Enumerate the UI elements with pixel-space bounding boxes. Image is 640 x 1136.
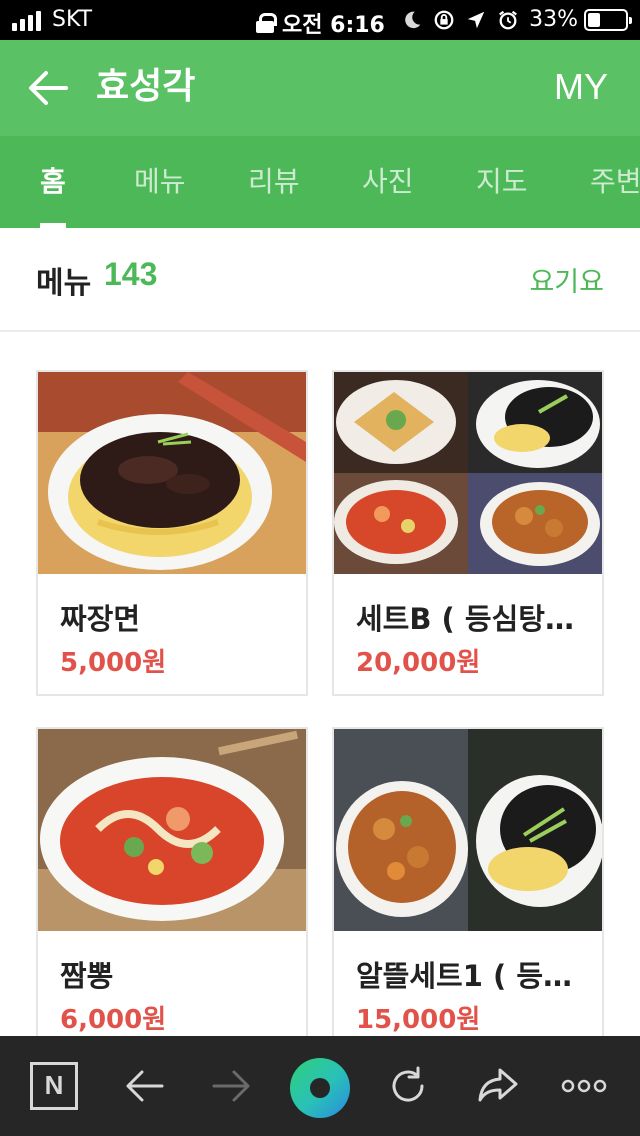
tab-bar: 홈 메뉴 리뷰 사진 지도 주변 bbox=[0, 136, 640, 228]
tab-reviews[interactable]: 리뷰 bbox=[248, 136, 300, 228]
status-center: 오전 6:16 bbox=[256, 7, 385, 39]
menu-item-price: 6,000원 bbox=[60, 1005, 167, 1035]
moon-icon bbox=[405, 11, 421, 28]
battery-icon bbox=[584, 8, 632, 31]
tab-photos[interactable]: 사진 bbox=[362, 136, 414, 228]
page-title: 효성각 bbox=[96, 66, 196, 107]
menu-section-header: 메뉴 143 요기요 bbox=[0, 228, 640, 332]
status-left: SKT bbox=[12, 7, 92, 32]
arrow-left-icon[interactable] bbox=[118, 1060, 170, 1112]
status-right: 33% bbox=[401, 7, 632, 32]
browser-toolbar: N bbox=[0, 1036, 640, 1136]
status-bar: SKT 오전 6:16 33% bbox=[0, 0, 640, 40]
tab-nearby[interactable]: 주변 bbox=[590, 136, 640, 228]
naver-n-icon[interactable]: N bbox=[30, 1062, 78, 1110]
yogiyo-link[interactable]: 요기요 bbox=[529, 260, 604, 299]
my-button[interactable]: MY bbox=[554, 62, 608, 112]
arrow-left-icon[interactable] bbox=[26, 66, 70, 110]
share-icon[interactable] bbox=[472, 1060, 524, 1112]
menu-label: 메뉴 bbox=[36, 266, 92, 301]
menu-item-price: 5,000원 bbox=[60, 648, 167, 678]
menu-count: 143 bbox=[104, 256, 158, 292]
refresh-icon[interactable] bbox=[382, 1060, 434, 1112]
menu-item-name: 알뜰세트1 ( 등… bbox=[356, 959, 573, 993]
tab-home[interactable]: 홈 bbox=[40, 136, 66, 228]
lock-icon bbox=[256, 13, 277, 33]
menu-item-name: 세트B ( 등심탕… bbox=[356, 602, 574, 636]
menu-card[interactable]: 알뜰세트1 ( 등… 15,000원 bbox=[332, 727, 604, 1053]
tab-menu[interactable]: 메뉴 bbox=[134, 136, 186, 228]
menu-card[interactable]: 짜장면 5,000원 bbox=[36, 370, 308, 696]
battery-percent: 33% bbox=[529, 7, 578, 32]
battery-fill bbox=[588, 12, 600, 27]
app-header: 효성각 MY bbox=[0, 40, 640, 136]
menu-item-photo bbox=[38, 729, 306, 931]
menu-item-name: 짬뽕 bbox=[60, 959, 114, 993]
menu-item-photo bbox=[38, 372, 306, 574]
carrier-label: SKT bbox=[52, 7, 93, 32]
menu-item-photo bbox=[334, 729, 602, 931]
menu-item-name: 짜장면 bbox=[60, 602, 141, 636]
location-icon bbox=[467, 11, 485, 28]
rotation-lock-icon bbox=[434, 10, 454, 29]
clock-label: 오전 6:16 bbox=[282, 13, 385, 38]
alarm-icon bbox=[499, 10, 518, 29]
menu-card[interactable]: 세트B ( 등심탕… 20,000원 bbox=[332, 370, 604, 696]
menu-item-price: 15,000원 bbox=[356, 1005, 481, 1035]
menu-item-photo bbox=[334, 372, 602, 574]
menu-card[interactable]: 짬뽕 6,000원 bbox=[36, 727, 308, 1053]
green-dot-icon[interactable] bbox=[290, 1058, 350, 1118]
tab-map[interactable]: 지도 bbox=[476, 136, 528, 228]
arrow-right-icon[interactable] bbox=[206, 1060, 258, 1112]
signal-icon bbox=[12, 9, 44, 31]
menu-item-price: 20,000원 bbox=[356, 648, 481, 678]
more-dots-icon[interactable] bbox=[558, 1060, 610, 1112]
